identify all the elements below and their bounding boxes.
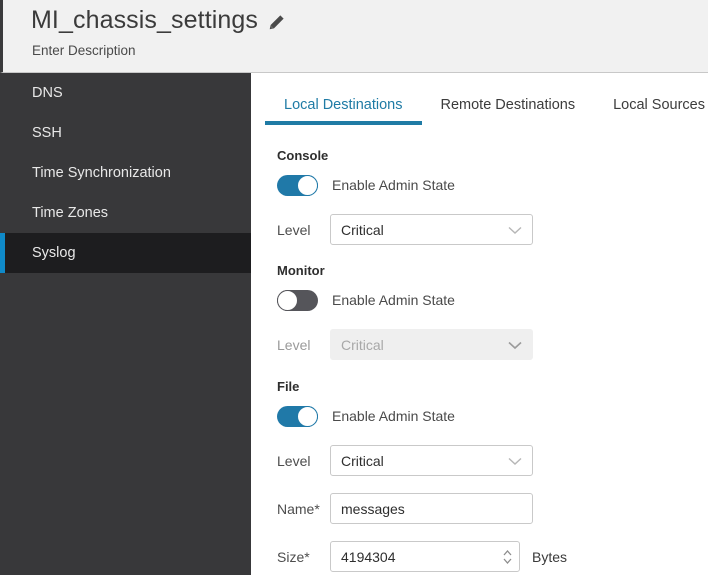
sidebar-item-time-synchronization[interactable]: Time Synchronization	[0, 153, 251, 193]
title-row: MI_chassis_settings	[31, 3, 285, 37]
file-level-value: Critical	[341, 452, 384, 469]
spinner-icon[interactable]	[503, 549, 512, 564]
settings-sidebar: DNS SSH Time Synchronization Time Zones …	[0, 73, 251, 575]
file-size-label: Size*	[277, 548, 310, 565]
file-name-row: Name*	[277, 493, 567, 524]
file-size-input[interactable]	[330, 541, 520, 572]
content-panel: Local Destinations Remote Destinations L…	[251, 73, 708, 575]
sidebar-item-label: Syslog	[32, 245, 76, 261]
description-field[interactable]: Enter Description	[32, 43, 136, 58]
file-admin-state-row: Enable Admin State	[277, 404, 567, 428]
chevron-down-icon	[508, 453, 522, 469]
sidebar-item-label: SSH	[32, 125, 62, 141]
sidebar-item-label: Time Synchronization	[32, 165, 171, 181]
tab-label: Remote Destinations	[440, 97, 576, 113]
console-section: Console Enable Admin State Level Critica…	[277, 148, 533, 245]
file-section: File Enable Admin State Level Critical N…	[277, 379, 567, 572]
tab-label: Local Destinations	[284, 97, 403, 113]
console-level-select[interactable]: Critical	[330, 214, 533, 245]
console-level-label: Level	[277, 221, 311, 238]
monitor-level-select: Critical	[330, 329, 533, 360]
page-header: MI_chassis_settings Enter Description	[0, 0, 708, 73]
sidebar-item-dns[interactable]: DNS	[0, 73, 251, 113]
file-level-label: Level	[277, 452, 311, 469]
file-name-label: Name*	[277, 500, 320, 517]
monitor-admin-state-row: Enable Admin State	[277, 288, 533, 312]
chevron-down-icon	[508, 222, 522, 238]
syslog-settings-page: MI_chassis_settings Enter Description DN…	[0, 0, 708, 575]
monitor-section: Monitor Enable Admin State Level Critica…	[277, 263, 533, 360]
toggle-knob	[297, 405, 318, 427]
file-name-input[interactable]	[330, 493, 533, 524]
file-section-title: File	[277, 379, 300, 394]
tab-local-destinations[interactable]: Local Destinations	[265, 91, 422, 125]
chevron-down-icon	[508, 337, 522, 353]
file-size-unit: Bytes	[532, 548, 568, 565]
sidebar-item-time-zones[interactable]: Time Zones	[0, 193, 251, 233]
monitor-level-row: Level Critical	[277, 329, 533, 360]
console-admin-state-row: Enable Admin State	[277, 173, 533, 197]
tab-local-sources[interactable]: Local Sources	[594, 91, 708, 125]
console-toggle-label: Enable Admin State	[332, 177, 455, 193]
sidebar-item-label: Time Zones	[32, 205, 109, 221]
file-level-select[interactable]: Critical	[330, 445, 533, 476]
monitor-section-title: Monitor	[277, 263, 325, 278]
tab-label: Local Sources	[613, 97, 705, 113]
sidebar-item-ssh[interactable]: SSH	[0, 113, 251, 153]
monitor-level-label: Level	[277, 336, 311, 353]
tab-bar: Local Destinations Remote Destinations L…	[251, 91, 708, 134]
file-size-stepper	[330, 541, 520, 572]
file-enable-admin-state-toggle[interactable]	[277, 405, 318, 427]
file-toggle-label: Enable Admin State	[332, 408, 455, 424]
console-section-title: Console	[277, 148, 329, 163]
monitor-toggle-label: Enable Admin State	[332, 292, 455, 308]
toggle-knob	[297, 174, 318, 196]
toggle-knob	[277, 289, 298, 311]
monitor-enable-admin-state-toggle[interactable]	[277, 289, 318, 311]
page-title: MI_chassis_settings	[31, 6, 258, 34]
file-level-row: Level Critical	[277, 445, 567, 476]
monitor-level-value: Critical	[341, 336, 384, 353]
sidebar-item-syslog[interactable]: Syslog	[0, 233, 251, 273]
console-enable-admin-state-toggle[interactable]	[277, 174, 318, 196]
console-level-value: Critical	[341, 221, 384, 238]
console-level-row: Level Critical	[277, 214, 533, 245]
tab-remote-destinations[interactable]: Remote Destinations	[422, 91, 595, 125]
pencil-icon[interactable]	[268, 14, 285, 31]
file-size-row: Size* Bytes	[277, 541, 567, 572]
sidebar-item-label: DNS	[32, 85, 63, 101]
